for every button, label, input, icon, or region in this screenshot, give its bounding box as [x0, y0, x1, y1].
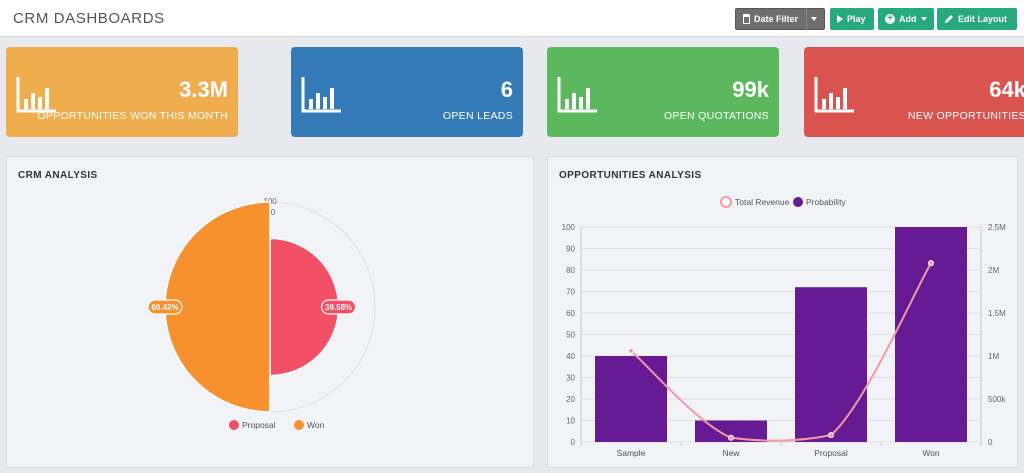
- stat-label: OPPORTUNITIES WON THIS MONTH: [37, 110, 228, 122]
- x-tick-label: New: [722, 448, 740, 458]
- stat-value: 3.3M: [179, 77, 228, 102]
- calendar-icon: [743, 14, 750, 24]
- data-label: 60.42%: [151, 303, 178, 312]
- add-button[interactable]: + Add: [878, 8, 934, 30]
- stat-label: OPEN QUOTATIONS: [663, 110, 769, 122]
- stat-value: 64k: [989, 77, 1024, 102]
- stat-card-new-opportunities[interactable]: 64k NEW OPPORTUNITIES: [804, 47, 1024, 137]
- edit-layout-label: Edit Layout: [958, 14, 1007, 24]
- legend-label: Won: [307, 420, 325, 430]
- crm-analysis-panel: CRM ANALYSIS 100039.58%60.42%ProposalWon: [6, 156, 534, 468]
- y-left-tick-label: 30: [566, 374, 575, 383]
- y-right-tick-label: 2M: [988, 266, 999, 275]
- data-label: 39.58%: [325, 303, 352, 312]
- legend-swatch: [294, 420, 304, 430]
- y-left-tick-label: 40: [566, 352, 575, 361]
- y-left-tick-label: 50: [566, 331, 575, 340]
- legend-swatch: [229, 420, 239, 430]
- play-label: Play: [847, 14, 866, 24]
- pencil-icon: [945, 15, 953, 23]
- bar-chart-icon: [814, 77, 854, 113]
- y-right-tick-label: 0: [988, 438, 993, 447]
- y-right-tick-label: 2.5M: [988, 223, 1006, 232]
- bar-sample: [595, 356, 667, 442]
- bar-chart-icon: [301, 77, 341, 113]
- y-left-tick-label: 60: [566, 309, 575, 318]
- y-left-tick-label: 10: [566, 417, 575, 426]
- y-right-tick-label: 1M: [988, 352, 999, 361]
- bar-chart-icon: [557, 77, 597, 113]
- y-right-tick-label: 500k: [988, 395, 1006, 404]
- date-filter-button[interactable]: Date Filter: [735, 8, 825, 30]
- y-left-tick-label: 70: [566, 288, 575, 297]
- legend-swatch: [720, 196, 732, 208]
- line-total-revenue: [630, 262, 932, 442]
- bar-proposal: [795, 287, 867, 442]
- stat-label: NEW OPPORTUNITIES: [907, 110, 1024, 122]
- legend-label: Total Revenue: [735, 197, 790, 207]
- line-point-won: [928, 260, 934, 267]
- add-label: Add: [899, 14, 917, 24]
- opportunities-combo-chart: Total Revenue Probability 0 10 20 30 40 50 60 70 8…: [562, 196, 1006, 458]
- top-bar: CRM DASHBOARDS Date Filter Play + Add Ed…: [0, 0, 1024, 37]
- y-left-tick-label: 100: [562, 223, 576, 232]
- bar-chart-icon: [16, 77, 56, 113]
- date-filter-label: Date Filter: [753, 14, 798, 24]
- chevron-down-icon: [811, 17, 817, 21]
- y-left-tick-label: 80: [566, 266, 575, 275]
- plus-circle-icon: +: [885, 14, 895, 24]
- y-left-tick-label: 90: [566, 245, 575, 254]
- legend-label: Proposal: [242, 420, 276, 430]
- stat-value: 6: [500, 77, 513, 102]
- radial-tick-label: 0: [271, 208, 276, 217]
- edit-layout-button[interactable]: Edit Layout: [937, 8, 1017, 30]
- line-point-proposal: [828, 432, 834, 439]
- play-button[interactable]: Play: [830, 8, 874, 30]
- x-tick-label: Won: [922, 448, 940, 458]
- play-icon: [837, 15, 843, 23]
- x-tick-label: Sample: [617, 448, 646, 458]
- opportunities-analysis-panel: OPPORTUNITIES ANALYSIS Total Revenue Prob…: [547, 156, 1018, 468]
- page-title: CRM DASHBOARDS: [13, 10, 165, 27]
- stat-card-open-quotations[interactable]: 99k OPEN QUOTATIONS: [547, 47, 779, 137]
- x-tick-label: Proposal: [814, 448, 848, 458]
- y-right-tick-label: 1.5M: [988, 309, 1006, 318]
- chevron-down-icon: [920, 17, 927, 21]
- legend-swatch: [793, 197, 803, 207]
- line-point-sample: [628, 347, 634, 354]
- y-left-tick-label: 20: [566, 395, 575, 404]
- stat-value: 99k: [732, 77, 769, 102]
- stat-label: OPEN LEADS: [442, 110, 513, 122]
- y-left-tick-label: 0: [571, 438, 576, 447]
- bar-won: [895, 227, 967, 442]
- stat-card-open-leads[interactable]: 6 OPEN LEADS: [291, 47, 523, 137]
- stat-card-opportunities-won[interactable]: 3.3M OPPORTUNITIES WON THIS MONTH: [6, 47, 238, 137]
- line-point-new: [728, 434, 734, 441]
- legend-label: Probability: [806, 197, 846, 207]
- button-separator: [806, 8, 807, 30]
- crm-polar-chart: 100039.58%60.42%ProposalWon: [147, 197, 376, 430]
